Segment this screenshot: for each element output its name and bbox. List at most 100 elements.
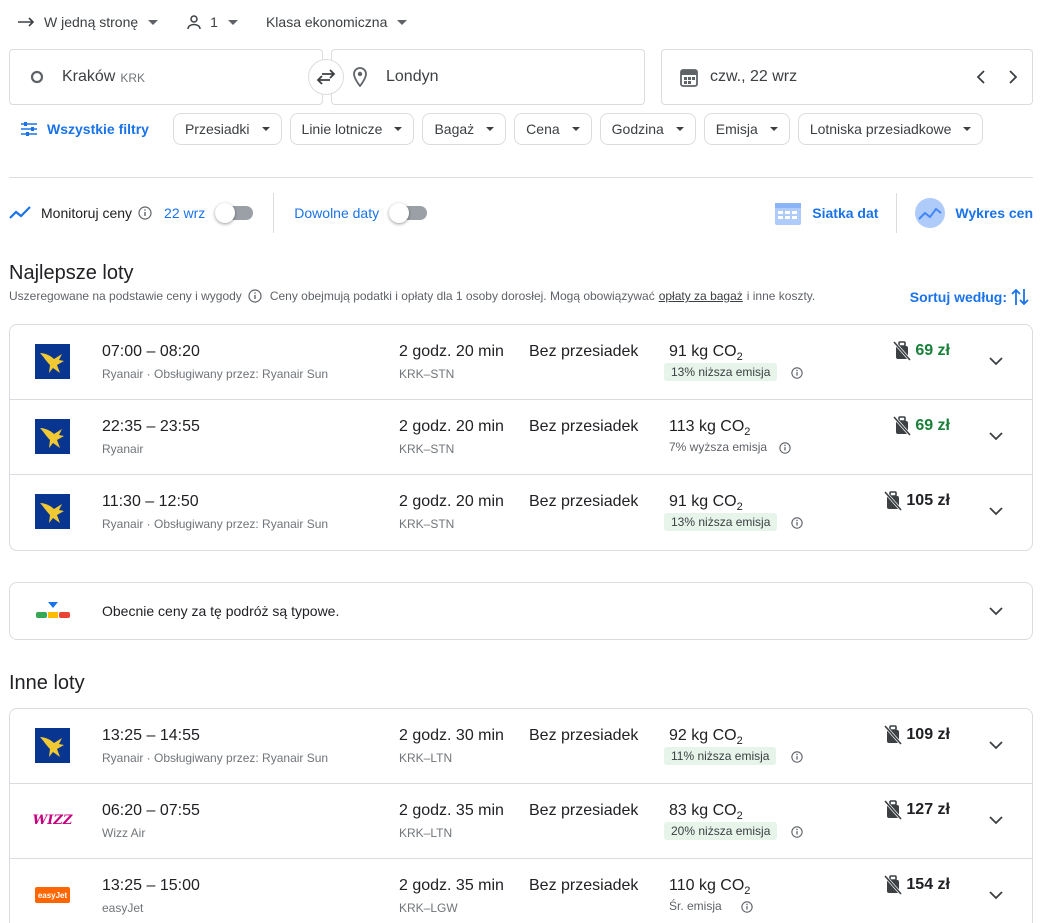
info-icon[interactable] [791, 367, 803, 379]
flight-duration: 2 godz. 20 min [399, 493, 504, 510]
flight-row[interactable]: WIZZ 06:20 – 07:55 Wizz Air 2 godz. 35 m… [10, 784, 1032, 859]
expand-button[interactable] [986, 501, 1006, 521]
flight-duration: 2 godz. 35 min [399, 802, 504, 819]
destination-field[interactable]: Londyn [331, 49, 645, 105]
flight-route: KRK–STN [399, 367, 455, 381]
filter-price[interactable]: Cena [514, 113, 592, 145]
flight-route: KRK–LTN [399, 751, 453, 765]
view-tools: Siatka dat Wykres cen [774, 193, 1033, 233]
ryanair-logo-icon [35, 728, 70, 763]
price-graph-label: Wykres cen [955, 205, 1033, 221]
wizz-logo-icon: WIZZ [32, 813, 73, 828]
filter-time[interactable]: Godzina [599, 113, 696, 145]
filter-bar: Wszystkie filtry Przesiadki Linie lotnic… [9, 113, 1041, 145]
co2-subscript: 2 [744, 885, 751, 898]
chevron-down-icon [227, 19, 238, 25]
chevron-down-icon [989, 431, 1003, 440]
price-insight[interactable]: Obecnie ceny za tę podróż są typowe. [9, 582, 1033, 640]
next-date-button[interactable] [1004, 68, 1022, 86]
best-flights-list: 07:00 – 08:20 Ryanair · Obsługiwany prze… [9, 324, 1033, 551]
info-icon[interactable] [791, 826, 803, 838]
date-grid-button[interactable]: Siatka dat [774, 199, 878, 227]
flight-row[interactable]: 11:30 – 12:50 Ryanair · Obsługiwany prze… [10, 475, 1032, 550]
expand-button[interactable] [986, 426, 1006, 446]
info-icon[interactable] [791, 751, 803, 763]
cabin-class-select[interactable]: Klasa ekonomiczna [265, 14, 408, 30]
any-dates-toggle[interactable] [389, 203, 428, 223]
info-icon[interactable] [741, 901, 753, 913]
chevron-down-icon [571, 127, 580, 131]
sort-button[interactable]: Sortuj według: [910, 287, 1029, 307]
calendar-icon [680, 67, 698, 87]
price-value: 127 zł [906, 801, 950, 818]
filter-stops[interactable]: Przesiadki [172, 113, 282, 145]
origin-field[interactable]: Kraków KRK [9, 49, 323, 105]
location-pin-icon [352, 67, 368, 87]
filter-airlines[interactable]: Linie lotnicze [289, 113, 415, 145]
no-carry-on-bag-icon [884, 875, 903, 895]
swap-button[interactable] [308, 59, 344, 95]
info-icon[interactable] [779, 442, 791, 454]
co2-value: 110 kg CO [669, 877, 745, 894]
chevron-down-icon [989, 740, 1003, 749]
expand-button[interactable] [986, 601, 1006, 621]
chevron-down-icon [486, 127, 495, 131]
airline-logo: easyJet [35, 878, 70, 913]
price-graph-button[interactable]: Wykres cen [915, 198, 1033, 228]
filter-bags[interactable]: Bagaż [422, 113, 507, 145]
flight-stops: Bez przesiadek [529, 493, 639, 510]
chevron-down-icon [261, 127, 270, 131]
date-field[interactable]: czw., 22 wrz [661, 49, 1033, 105]
airline-name: Ryanair · Obsługiwany przez: Ryanair Sun [102, 517, 329, 531]
origin-city: Kraków [62, 68, 116, 85]
expand-button[interactable] [986, 885, 1006, 905]
prev-date-button[interactable] [972, 68, 990, 86]
flight-row[interactable]: 07:00 – 08:20 Ryanair · Obsługiwany prze… [10, 325, 1032, 400]
expand-button[interactable] [986, 810, 1006, 830]
easyjet-logo-icon: easyJet [35, 887, 70, 903]
price-value: 109 zł [906, 726, 950, 743]
info-icon[interactable] [791, 517, 803, 529]
airline-name: Ryanair · Obsługiwany przez: Ryanair Sun [102, 751, 329, 765]
track-prices-label: Monitoruj ceny [41, 205, 133, 221]
price-value: 105 zł [906, 492, 950, 509]
info-icon[interactable] [248, 289, 262, 303]
price-level-icon [36, 602, 70, 618]
filter-connecting-airports[interactable]: Lotniska przesiadkowe [797, 113, 984, 145]
co2-emissions: 83 kg CO2 [669, 802, 743, 822]
origin-circle-icon [30, 70, 44, 84]
airline-logo [35, 494, 70, 529]
vertical-divider [896, 193, 898, 233]
flight-row[interactable]: 22:35 – 23:55 Ryanair 2 godz. 20 min KRK… [10, 400, 1032, 475]
airline-name: easyJet [102, 901, 144, 915]
no-carry-on-bag-icon [884, 725, 903, 745]
baggage-fees-link[interactable]: opłaty za bagaż [659, 289, 743, 303]
flight-row[interactable]: 13:25 – 14:55 Ryanair · Obsługiwany prze… [10, 709, 1032, 784]
flight-route: KRK–LTN [399, 826, 453, 840]
track-date: 22 wrz [164, 205, 206, 221]
expand-button[interactable] [986, 735, 1006, 755]
chevron-down-icon [989, 356, 1003, 365]
flight-row[interactable]: easyJet 13:25 – 15:00 easyJet 2 godz. 35… [10, 859, 1032, 923]
price-value: 69 zł [915, 417, 950, 434]
passengers-select[interactable]: 1 [186, 14, 238, 30]
price-graph-icon [915, 198, 946, 228]
all-filters-button[interactable]: Wszystkie filtry [21, 121, 149, 137]
sliders-icon [21, 122, 37, 136]
track-prices-toggle[interactable] [215, 203, 254, 223]
flight-route: KRK–LGW [399, 901, 458, 915]
flight-duration: 2 godz. 35 min [399, 877, 504, 894]
best-flights-subtitle: Uszeregowane na podstawie ceny i wygody … [9, 289, 815, 303]
info-icon[interactable] [138, 206, 152, 220]
expand-button[interactable] [986, 351, 1006, 371]
no-carry-on-bag-icon [893, 416, 912, 436]
trip-options-bar: W jedną stronę 1 Klasa ekonomiczna [18, 10, 435, 34]
co2-subscript: 2 [736, 735, 743, 748]
trip-type-select[interactable]: W jedną stronę [18, 14, 159, 30]
price-insight-text: Obecnie ceny za tę podróż są typowe. [102, 603, 340, 619]
any-dates-label: Dowolne daty [294, 205, 380, 221]
chevron-down-icon [394, 127, 403, 131]
chevron-down-icon [675, 127, 684, 131]
cabin-class-label: Klasa ekonomiczna [265, 14, 388, 30]
filter-emissions[interactable]: Emisja [703, 113, 790, 145]
